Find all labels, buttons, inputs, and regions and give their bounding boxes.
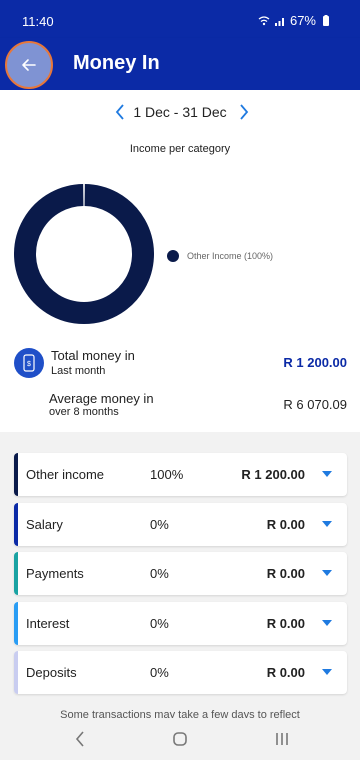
signal-icon <box>274 17 284 26</box>
category-name: Salary <box>26 516 63 532</box>
category-amount: R 0.00 <box>266 566 305 581</box>
period-label: 1 Dec - 31 Dec <box>133 104 227 120</box>
next-period-button[interactable] <box>232 100 256 124</box>
average-money-period: over 8 months <box>49 406 119 418</box>
category-amount: R 0.00 <box>266 615 305 631</box>
category-percent: 0% <box>150 665 169 680</box>
income-donut-chart <box>14 184 154 324</box>
category-row-interest[interactable]: Interest 0% R 0.00 <box>14 601 347 645</box>
category-name: Interest <box>26 615 70 631</box>
total-money-period: Last month <box>51 365 106 377</box>
caret-down-icon[interactable] <box>322 471 332 477</box>
system-recents-button[interactable] <box>270 728 294 750</box>
chart-title: Income per category <box>129 143 231 155</box>
category-color-bar <box>14 502 18 546</box>
category-amount: R 1 200.00 <box>241 467 305 482</box>
status-icons: 67% <box>258 13 332 28</box>
category-amount: R 0.00 <box>266 665 305 680</box>
legend-swatch <box>167 250 179 262</box>
caret-down-icon[interactable] <box>322 619 332 626</box>
page-title: Money In <box>73 52 160 74</box>
average-money-value: R 6 070.09 <box>283 397 347 412</box>
legend-label: Other Income (100%) <box>187 251 274 261</box>
category-color-bar <box>14 601 18 645</box>
chevron-right-icon <box>240 104 249 120</box>
total-money-value: R 1 200.00 <box>283 355 347 370</box>
caret-down-icon[interactable] <box>322 570 332 576</box>
status-time: 11:40 <box>22 14 54 29</box>
chart-legend: Other Income (100%) <box>167 250 273 262</box>
category-name: Deposits <box>26 665 77 680</box>
category-row-deposits[interactable]: Deposits 0% R 0.00 <box>14 651 347 694</box>
back-button[interactable] <box>5 41 53 89</box>
app-bar: Money In <box>0 38 360 90</box>
wifi-icon <box>258 15 270 25</box>
category-color-bar <box>14 453 18 496</box>
category-row-other-income[interactable]: Other income 100% R 1 200.00 <box>14 453 347 496</box>
battery-icon <box>323 14 329 26</box>
category-color-bar <box>14 651 18 694</box>
category-percent: 100% <box>150 467 184 482</box>
category-name: Payments <box>26 566 84 581</box>
category-percent: 0% <box>150 516 169 532</box>
wallet-icon: $ <box>14 348 44 378</box>
summary-panel: 1 Dec - 31 Dec Income per category Other… <box>0 90 360 432</box>
date-navigator: 1 Dec - 31 Dec <box>0 100 360 124</box>
arrow-left-icon <box>22 59 36 71</box>
total-money-label: Total money in <box>51 348 135 363</box>
status-bar: 11:40 67% <box>0 0 360 38</box>
category-percent: 0% <box>150 566 169 581</box>
caret-down-icon[interactable] <box>322 520 332 527</box>
chevron-left-icon <box>75 731 84 747</box>
battery-level: 67% <box>289 13 316 28</box>
system-home-button[interactable] <box>168 728 192 750</box>
category-list: Other income 100% R 1 200.00 Salary 0% R… <box>14 453 347 701</box>
svg-text:$: $ <box>27 361 31 368</box>
system-nav-bar <box>0 718 360 760</box>
home-square-icon <box>173 732 187 746</box>
donut-slice-other-income <box>14 184 154 324</box>
category-percent: 0% <box>150 615 169 631</box>
category-row-salary[interactable]: Salary 0% R 0.00 <box>14 502 347 546</box>
system-back-button[interactable] <box>68 728 92 750</box>
category-row-payments[interactable]: Payments 0% R 0.00 <box>14 552 347 595</box>
category-amount: R 0.00 <box>266 516 305 532</box>
category-name: Other income <box>26 467 105 482</box>
average-money-label: Average money in <box>49 391 154 406</box>
category-color-bar <box>14 552 18 595</box>
recents-icon <box>276 733 288 745</box>
caret-down-icon[interactable] <box>322 669 332 675</box>
